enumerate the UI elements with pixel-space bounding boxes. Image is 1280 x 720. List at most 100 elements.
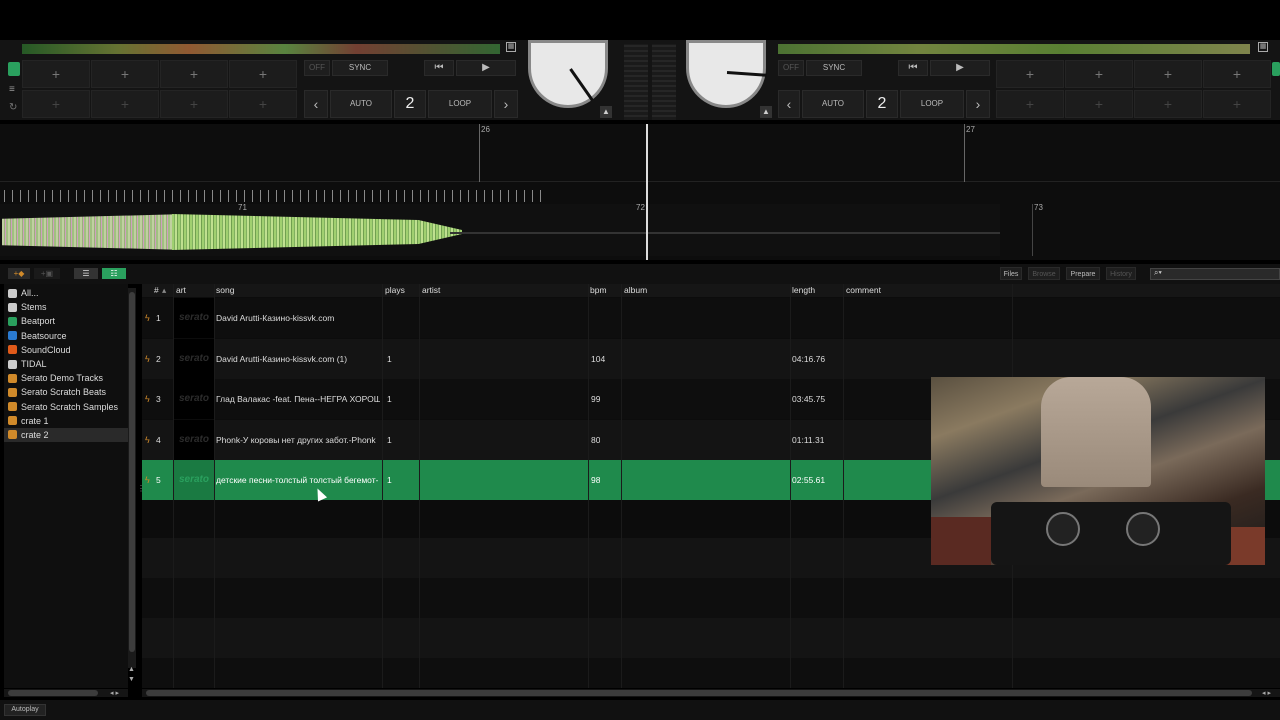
left-cue-pad-6[interactable]: + xyxy=(91,90,159,118)
add-smart-crate-icon[interactable]: +▣ xyxy=(34,268,60,279)
right-cue-pad-6[interactable]: + xyxy=(1065,90,1133,118)
header-album[interactable]: album xyxy=(624,285,647,295)
right-play-button[interactable]: ▶ xyxy=(930,60,990,76)
right-grid-icon[interactable]: ▦ xyxy=(1258,42,1268,52)
right-loop-prev-button[interactable]: ‹ xyxy=(778,90,800,118)
refresh-icon[interactable]: ↻ xyxy=(9,102,17,113)
header-artist[interactable]: artist xyxy=(422,285,440,295)
sidebar-item-4[interactable]: SoundCloud xyxy=(4,343,128,357)
right-cue-pad-4[interactable]: + xyxy=(1203,60,1271,88)
sidebar-scroll-left-icon[interactable]: ◂ ▸ xyxy=(110,689,119,697)
left-cue-pad-7[interactable]: + xyxy=(160,90,228,118)
beatport-icon xyxy=(8,316,17,326)
left-cue-pad-3[interactable]: + xyxy=(160,60,228,88)
list-view-icon[interactable]: ☰ xyxy=(74,268,98,279)
right-cue-pad-8[interactable]: + xyxy=(1203,90,1271,118)
sidebar-item-6[interactable]: Serato Demo Tracks xyxy=(4,371,128,385)
analyzed-bolt-icon: ϟ xyxy=(145,313,150,323)
right-cue-pad-7[interactable]: + xyxy=(1134,90,1202,118)
sidebar-item-1[interactable]: Stems xyxy=(4,300,128,314)
right-eject-icon[interactable]: ▲ xyxy=(760,106,772,118)
left-off-button[interactable]: OFF xyxy=(304,60,330,76)
upper-waveform-lane[interactable] xyxy=(0,124,1280,182)
sidebar-item-0[interactable]: All... xyxy=(4,286,128,300)
right-loop-button[interactable]: LOOP xyxy=(900,90,964,118)
header-num[interactable]: # xyxy=(154,285,159,295)
right-deck-overview-waveform[interactable] xyxy=(778,44,1250,54)
playhead xyxy=(646,124,648,260)
history-button[interactable]: History xyxy=(1106,267,1136,280)
beatsource-icon xyxy=(8,331,17,341)
right-loop-next-button[interactable]: › xyxy=(966,90,990,118)
sidebar-scrollbar[interactable] xyxy=(128,288,136,668)
right-auto-loop-button[interactable]: AUTO xyxy=(802,90,864,118)
beat-label-upper-right: 27 xyxy=(966,125,975,134)
table-horizontal-scrollbar[interactable] xyxy=(142,689,1280,697)
right-deck-indicator-icon[interactable] xyxy=(1272,62,1280,76)
add-crate-icon[interactable]: +◆ xyxy=(8,268,30,279)
right-previous-track-button[interactable]: ⏮ xyxy=(898,60,928,76)
album-art-placeholder: serato xyxy=(174,298,214,338)
sidebar-item-7[interactable]: Serato Scratch Beats xyxy=(4,385,128,399)
left-loop-prev-button[interactable]: ‹ xyxy=(304,90,328,118)
detail-view-icon[interactable]: ☷ xyxy=(102,268,126,279)
header-comment[interactable]: comment xyxy=(846,285,881,295)
right-loop-length[interactable]: 2 xyxy=(866,90,898,118)
files-button[interactable]: Files xyxy=(1000,267,1022,280)
left-play-button[interactable]: ▶ xyxy=(456,60,516,76)
left-deck-indicator-icon[interactable] xyxy=(8,62,20,76)
table-row[interactable]: ϟ serato 1 David Arutti-Казино-kissvk.com xyxy=(142,298,1280,338)
left-cue-pad-8[interactable]: + xyxy=(229,90,297,118)
header-art[interactable]: art xyxy=(176,285,186,295)
sidebar-item-label: SoundCloud xyxy=(21,344,71,355)
sidebar-scroll-up-icon[interactable]: ▲ xyxy=(128,666,135,673)
sidebar-item-8[interactable]: Serato Scratch Samples xyxy=(4,400,128,414)
left-cue-pad-1[interactable]: + xyxy=(22,60,90,88)
right-sync-button[interactable]: SYNC xyxy=(806,60,862,76)
right-cue-pad-1[interactable]: + xyxy=(996,60,1064,88)
table-row[interactable]: ϟ serato 2 David Arutti-Казино-kissvk.com (… xyxy=(142,338,1280,379)
center-meter-left xyxy=(624,44,648,120)
tidal-icon xyxy=(8,359,17,369)
menu-icon[interactable]: ≡ xyxy=(9,84,15,95)
beat-tick-strip xyxy=(4,190,548,202)
left-sync-button[interactable]: SYNC xyxy=(332,60,388,76)
crate-icon xyxy=(8,402,17,412)
sidebar-item-3[interactable]: Beatsource xyxy=(4,329,128,343)
right-cue-pad-5[interactable]: + xyxy=(996,90,1064,118)
left-cue-pad-5[interactable]: + xyxy=(22,90,90,118)
album-art-placeholder: serato xyxy=(174,460,214,500)
webcam-video-overlay xyxy=(931,377,1265,565)
header-length[interactable]: length xyxy=(792,285,815,295)
sidebar-item-5[interactable]: TIDAL xyxy=(4,357,128,371)
search-input[interactable]: ⌕▾ xyxy=(1150,268,1280,280)
left-loop-next-button[interactable]: › xyxy=(494,90,518,118)
browse-button[interactable]: Browse xyxy=(1028,267,1060,280)
left-grid-icon[interactable]: ▦ xyxy=(506,42,516,52)
left-loop-button[interactable]: LOOP xyxy=(428,90,492,118)
left-deck-overview-waveform[interactable] xyxy=(22,44,500,54)
header-bpm[interactable]: bpm xyxy=(590,285,607,295)
left-eject-icon[interactable]: ▲ xyxy=(600,106,612,118)
sidebar-item-label: All... xyxy=(21,288,39,299)
right-cue-pad-3[interactable]: + xyxy=(1134,60,1202,88)
album-art-placeholder: serato xyxy=(174,338,214,379)
right-off-button[interactable]: OFF xyxy=(778,60,804,76)
sidebar-item-10[interactable]: crate 2 xyxy=(4,427,128,443)
left-loop-length[interactable]: 2 xyxy=(394,90,426,118)
autoplay-button[interactable]: Autoplay xyxy=(4,704,46,716)
left-auto-loop-button[interactable]: AUTO xyxy=(330,90,392,118)
right-cue-pad-2[interactable]: + xyxy=(1065,60,1133,88)
sidebar-item-2[interactable]: Beatport xyxy=(4,314,128,328)
left-cue-pad-2[interactable]: + xyxy=(91,60,159,88)
header-plays[interactable]: plays xyxy=(385,285,405,295)
album-art-placeholder: serato xyxy=(174,419,214,460)
left-previous-track-button[interactable]: ⏮ xyxy=(424,60,454,76)
left-cue-pad-4[interactable]: + xyxy=(229,60,297,88)
empty-row xyxy=(142,618,1280,658)
header-song[interactable]: song xyxy=(216,285,234,295)
prepare-button[interactable]: Prepare xyxy=(1066,267,1100,280)
sidebar-scroll-down-icon[interactable]: ▼ xyxy=(128,676,135,683)
sidebar-item-9[interactable]: crate 1 xyxy=(4,414,128,428)
table-scroll-arrows-icon[interactable]: ◂ ▸ xyxy=(1262,689,1271,697)
